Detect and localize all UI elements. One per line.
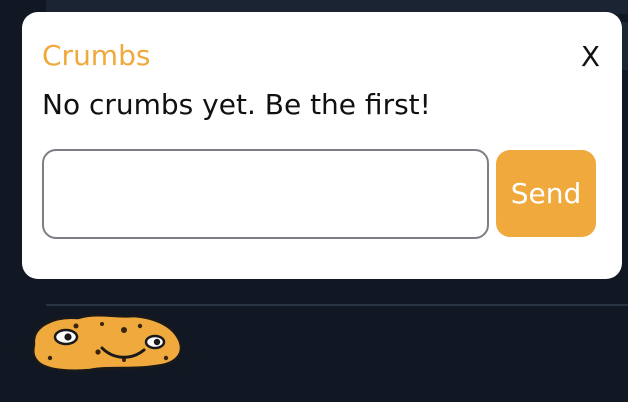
crumb-input[interactable] [42, 149, 489, 239]
crumbs-popup: Crumbs X No crumbs yet. Be the first! Se… [22, 12, 622, 279]
background-strip [622, 22, 628, 70]
empty-message: No crumbs yet. Be the first! [42, 88, 431, 121]
background-divider [46, 304, 628, 306]
send-button[interactable]: Send [496, 150, 596, 237]
cookie-mascot-icon[interactable] [6, 308, 202, 378]
popup-title: Crumbs [42, 39, 151, 72]
close-button[interactable]: X [581, 42, 600, 72]
